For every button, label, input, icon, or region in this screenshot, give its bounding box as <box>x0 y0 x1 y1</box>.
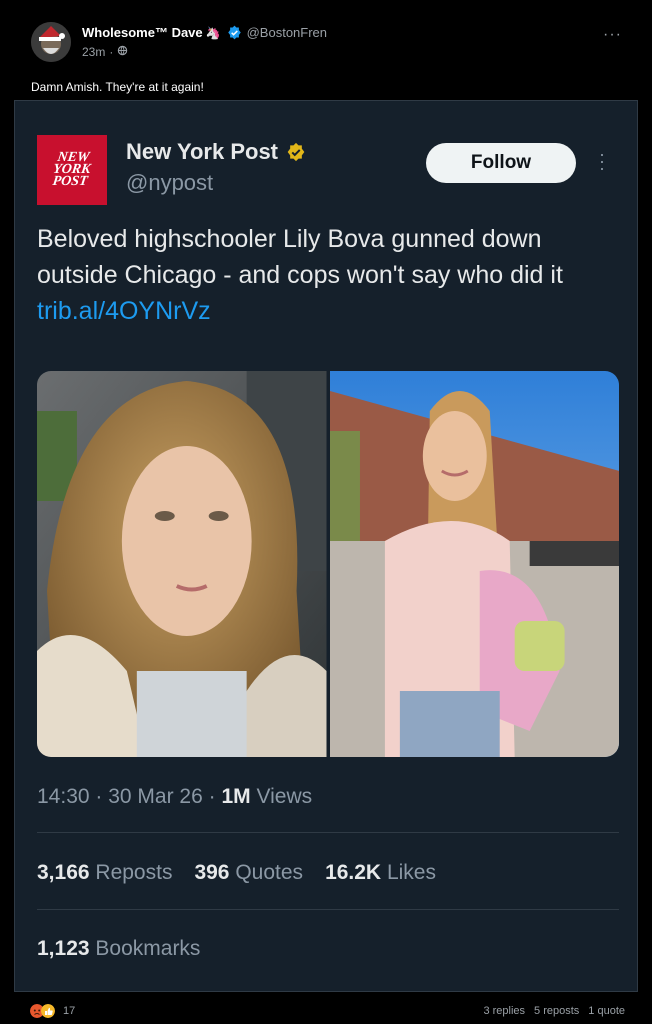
tweet-display-name[interactable]: New York Post <box>126 139 278 165</box>
reposts-count: 3,166 <box>37 861 90 884</box>
nypost-logo[interactable]: NEW YORK POST <box>37 135 107 205</box>
reposts-link[interactable]: 5 reposts <box>534 1005 579 1017</box>
likes-label: Likes <box>386 861 436 884</box>
tweet-body-text: Beloved highschooler Lily Bova gunned do… <box>37 225 563 289</box>
replies-link[interactable]: 3 replies <box>483 1005 525 1017</box>
quotes-link[interactable]: 1 quote <box>588 1005 625 1017</box>
photo-right[interactable] <box>329 371 619 757</box>
more-dots-icon[interactable]: ··· <box>603 26 622 44</box>
post-time[interactable]: 23m <box>82 45 105 59</box>
likes-stat[interactable]: 16.2K Likes <box>325 861 436 885</box>
bookmarks-count: 1,123 <box>37 937 90 960</box>
likes-count: 16.2K <box>325 861 382 884</box>
reposts-label: Reposts <box>95 861 173 884</box>
quotes-stat[interactable]: 396 Quotes <box>194 861 303 885</box>
stats-row: 3,166 Reposts 396 Quotes 16.2K Likes <box>37 861 458 885</box>
divider <box>37 909 619 910</box>
visibility-icon <box>117 45 128 59</box>
author-handle[interactable]: @BostonFren <box>247 25 327 40</box>
embedded-tweet[interactable]: NEW YORK POST New York Post @nypost Follow… <box>14 100 638 992</box>
meta-separator: · <box>95 785 109 808</box>
reaction-count: 17 <box>63 1005 76 1017</box>
follow-button[interactable]: Follow <box>426 143 576 183</box>
tweet-handle[interactable]: @nypost <box>126 170 213 196</box>
divider <box>37 832 619 833</box>
verified-badge-icon <box>227 25 242 40</box>
tweet-time[interactable]: 14:30 <box>37 785 90 808</box>
gold-verified-icon <box>287 142 305 162</box>
unicorn-icon: 🦄 <box>205 25 221 40</box>
tweet-date[interactable]: 30 Mar 26 <box>108 785 203 808</box>
bookmarks-stat[interactable]: 1,123 Bookmarks <box>37 937 200 961</box>
tweet-more-icon[interactable]: · · · <box>599 145 605 177</box>
tweet-meta: 14:30 · 30 Mar 26 · 1M Views <box>37 785 312 809</box>
outer-post-text: Damn Amish. They're at it again! <box>31 80 204 94</box>
quotes-label: Quotes <box>235 861 304 884</box>
thumbs-up-icon <box>41 1004 55 1018</box>
tweet-link[interactable]: trib.al/4OYNrVz <box>37 297 211 325</box>
separator-dot: · <box>109 45 114 59</box>
reposts-stat[interactable]: 3,166 Reposts <box>37 861 172 885</box>
quotes-count: 396 <box>194 861 230 884</box>
bookmarks-label: Bookmarks <box>95 937 201 960</box>
author-name[interactable]: Wholesome™ Dave <box>82 25 203 40</box>
views-count: 1M <box>221 785 251 808</box>
outer-post-header: Wholesome™ Dave 🦄 @BostonFren 23m · <box>31 22 327 66</box>
views-label: Views <box>256 785 313 808</box>
tweet-text: Beloved highschooler Lily Bova gunned do… <box>37 221 627 329</box>
reactions[interactable]: 17 <box>30 1004 75 1018</box>
tweet-media[interactable] <box>37 371 619 757</box>
nypost-logo-text: NEW YORK POST <box>51 150 92 189</box>
engagement-summary: 3 replies 5 reposts 1 quote <box>483 1005 625 1017</box>
photo-left[interactable] <box>37 371 327 757</box>
author-avatar[interactable] <box>31 22 71 62</box>
post-footer: 17 3 replies 5 reposts 1 quote <box>0 998 652 1024</box>
meta-separator: · <box>208 785 222 808</box>
